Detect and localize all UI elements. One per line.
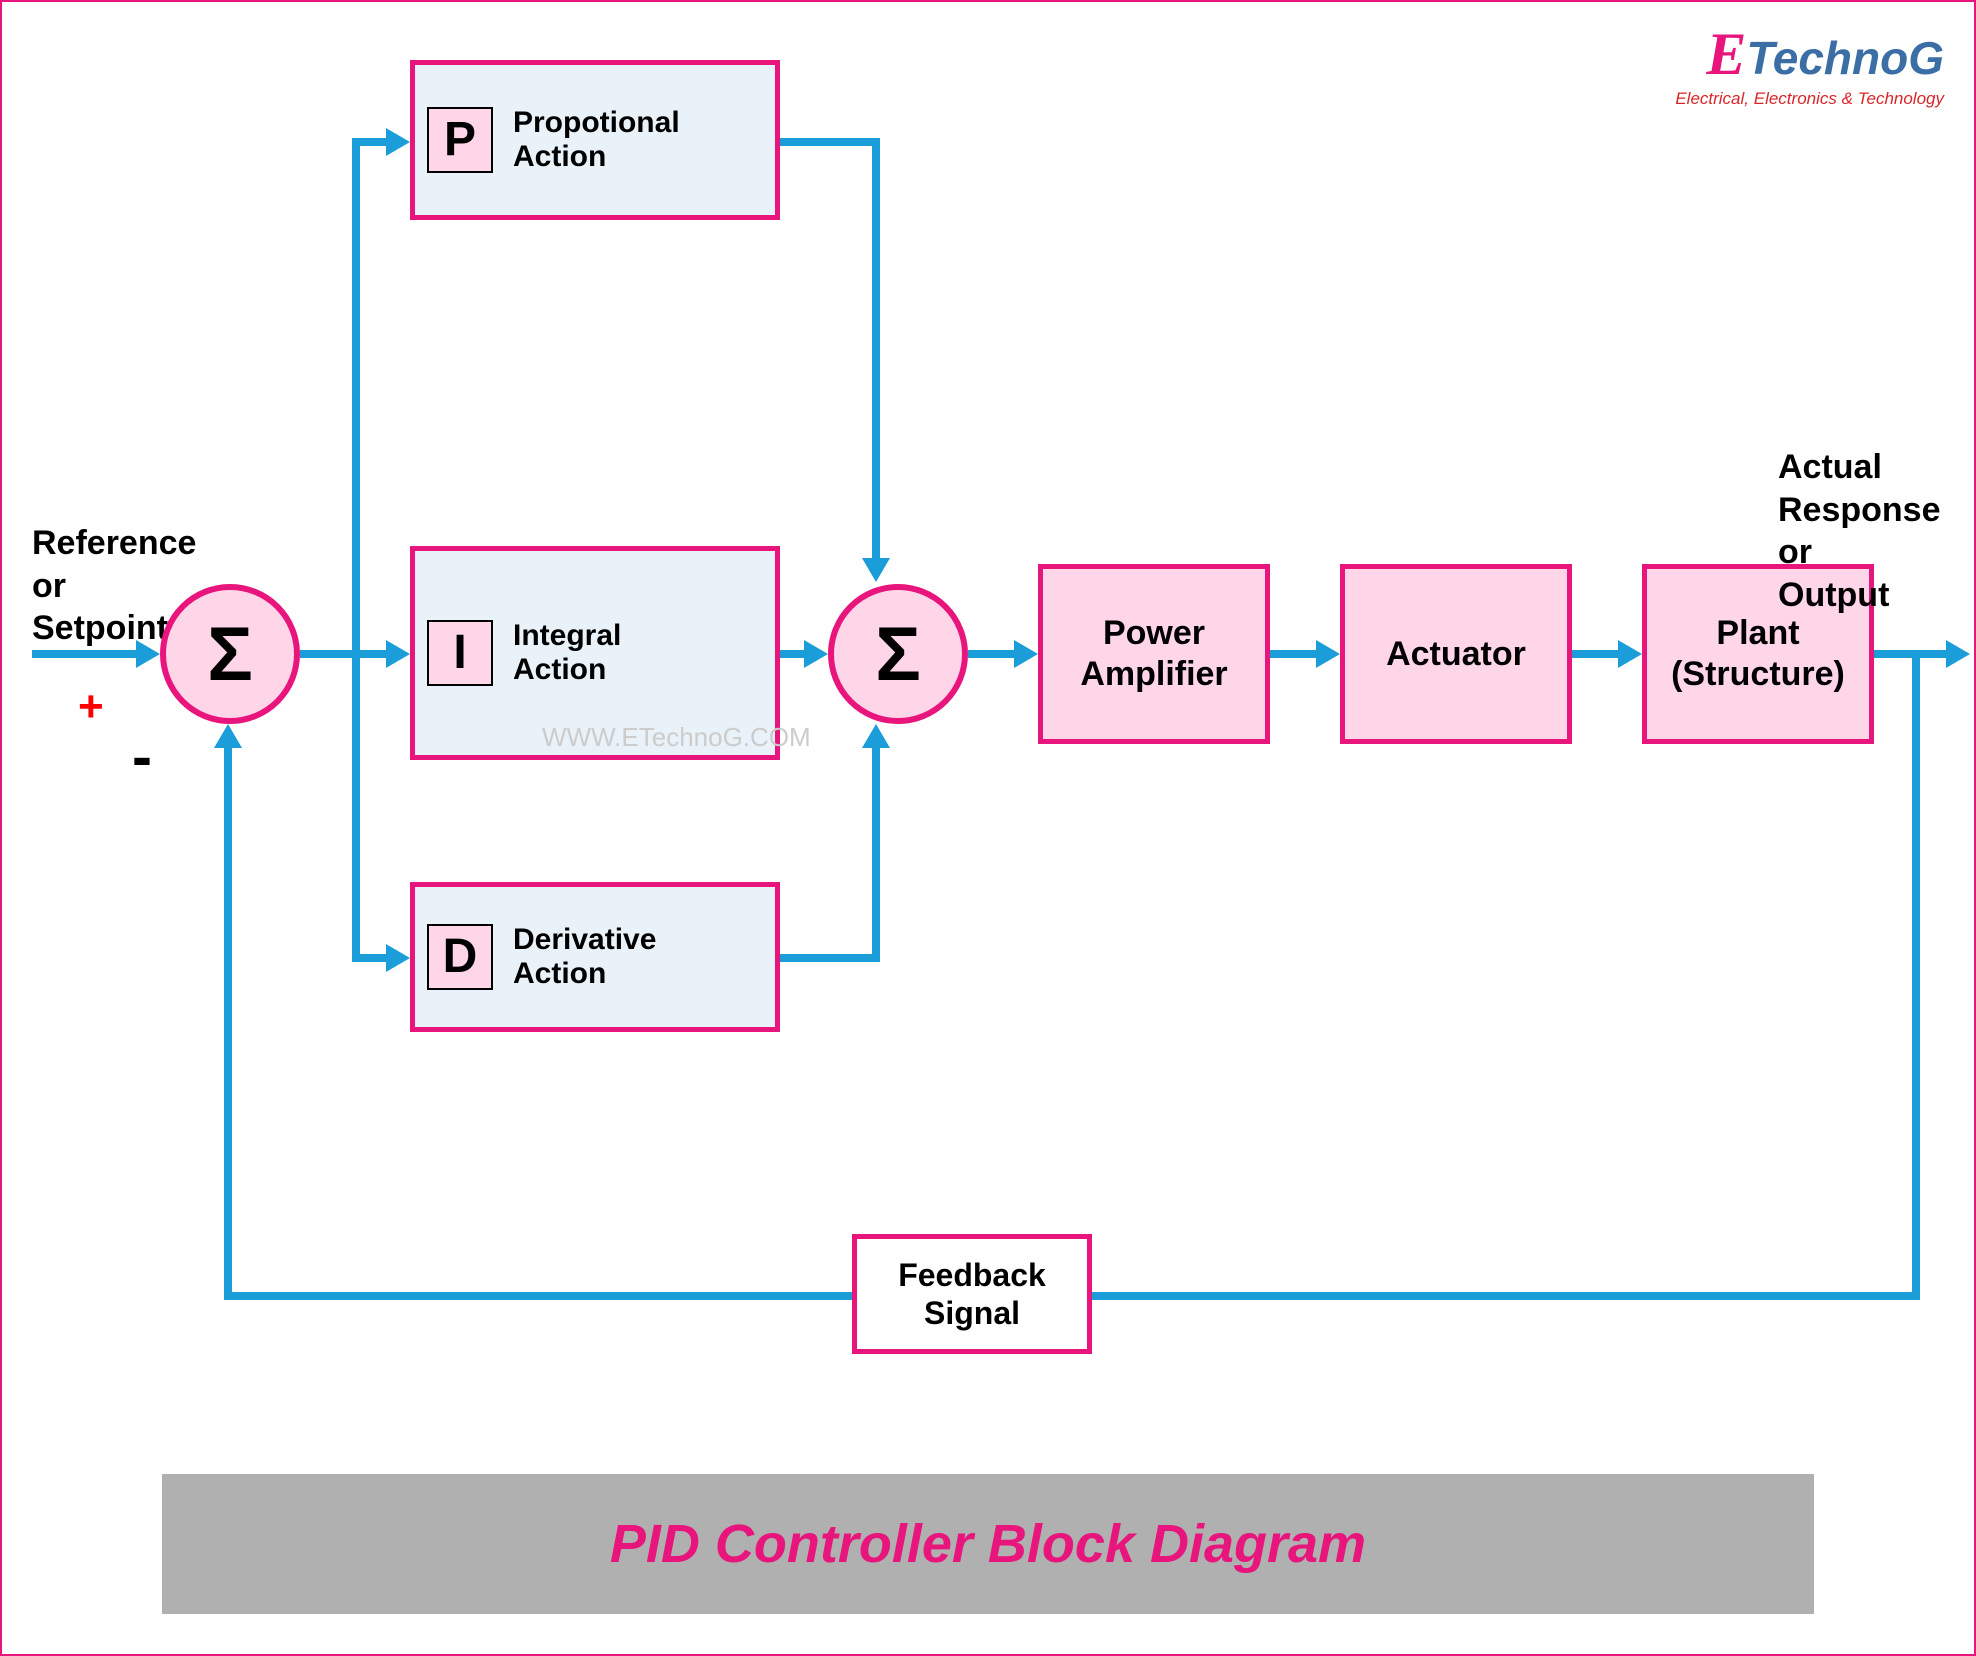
diagram-title: PID Controller Block Diagram: [610, 1513, 1366, 1575]
logo-text: TechnoG: [1746, 32, 1944, 84]
arrowhead-sum2-amp: [1014, 640, 1038, 668]
output-label: Actual Response or Output: [1778, 446, 1941, 616]
arrowhead-p-down: [862, 558, 890, 582]
arrowhead-amp-act: [1316, 640, 1340, 668]
arrow-to-d: [352, 954, 390, 962]
summing-junction-pid: Σ: [828, 584, 968, 724]
arrowhead-act-plant: [1618, 640, 1642, 668]
line-feedback-right-seg: [1092, 1292, 1920, 1300]
arrowhead-to-d: [386, 944, 410, 972]
arrow-sum2-amp: [968, 650, 1018, 658]
p-letter: P: [427, 107, 493, 173]
i-text: Integral Action: [513, 619, 621, 688]
title-banner: PID Controller Block Diagram: [162, 1474, 1814, 1614]
block-proportional: P Propotional Action: [410, 60, 780, 220]
arrowhead-output: [1946, 640, 1970, 668]
logo-subtitle: Electrical, Electronics & Technology: [1675, 89, 1944, 109]
arrow-p-out: [780, 138, 880, 146]
minus-sign: -: [132, 722, 152, 791]
plus-sign: +: [78, 682, 104, 732]
logo: ETechnoG Electrical, Electronics & Techn…: [1675, 20, 1944, 109]
arrow-to-i: [352, 650, 390, 658]
arrow-to-p: [352, 138, 390, 146]
arrow-sum1-out: [300, 650, 360, 658]
arrowhead-input: [136, 640, 160, 668]
arrowhead-to-i: [386, 640, 410, 668]
line-feedback-down: [1912, 650, 1920, 1300]
arrow-act-plant: [1572, 650, 1622, 658]
diagram-container: ETechnoG Electrical, Electronics & Techn…: [0, 0, 1976, 1656]
summing-junction-error: Σ: [160, 584, 300, 724]
line-p-down: [872, 138, 880, 562]
arrowhead-d-up: [862, 724, 890, 748]
arrow-d-out: [780, 954, 880, 962]
block-derivative: D Derivative Action: [410, 882, 780, 1032]
line-feedback-up: [224, 748, 232, 1300]
block-actuator: Actuator: [1340, 564, 1572, 744]
arrow-input: [32, 650, 140, 658]
arrowhead-to-p: [386, 128, 410, 156]
arrowhead-i-out: [804, 640, 828, 668]
d-text: Derivative Action: [513, 923, 656, 992]
line-split-vertical: [352, 138, 360, 962]
line-feedback-left-seg: [224, 1292, 852, 1300]
logo-e: E: [1706, 21, 1746, 87]
i-letter: I: [427, 620, 493, 686]
arrowhead-feedback-up: [214, 724, 242, 748]
block-power-amplifier: Power Amplifier: [1038, 564, 1270, 744]
p-text: Propotional Action: [513, 106, 680, 175]
block-feedback: Feedback Signal: [852, 1234, 1092, 1354]
logo-main: ETechnoG: [1675, 20, 1944, 89]
watermark: WWW.ETechnoG.COM: [542, 722, 811, 753]
arrow-amp-act: [1270, 650, 1320, 658]
line-d-up: [872, 748, 880, 962]
d-letter: D: [427, 924, 493, 990]
